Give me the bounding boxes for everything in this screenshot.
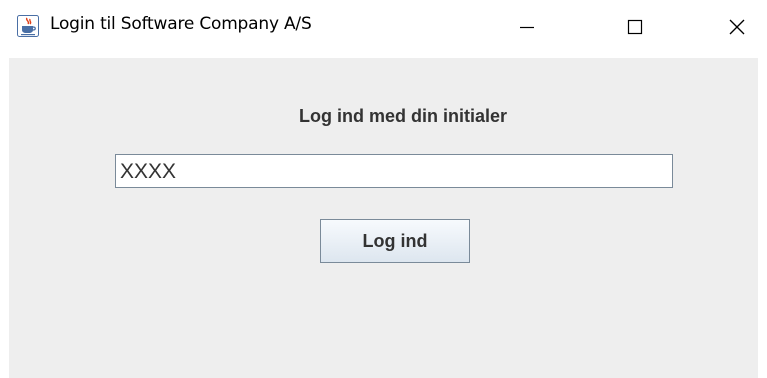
minimize-icon [518,18,536,41]
login-button[interactable]: Log ind [320,219,470,263]
window-title: Login til Software Company A/S [50,14,312,34]
login-panel: Log ind med din initialer Log ind [9,58,758,378]
java-cup-icon[interactable] [17,15,39,37]
title-bar[interactable]: Login til Software Company A/S [0,0,767,58]
login-window: Login til Software Company A/S Log ind m… [0,0,767,378]
close-button[interactable] [707,0,767,58]
initials-field[interactable] [115,154,673,188]
maximize-icon [626,18,644,41]
minimize-button[interactable] [497,0,557,58]
maximize-button[interactable] [605,0,665,58]
login-prompt: Log ind med din initialer [298,106,507,126]
close-icon [728,18,746,41]
